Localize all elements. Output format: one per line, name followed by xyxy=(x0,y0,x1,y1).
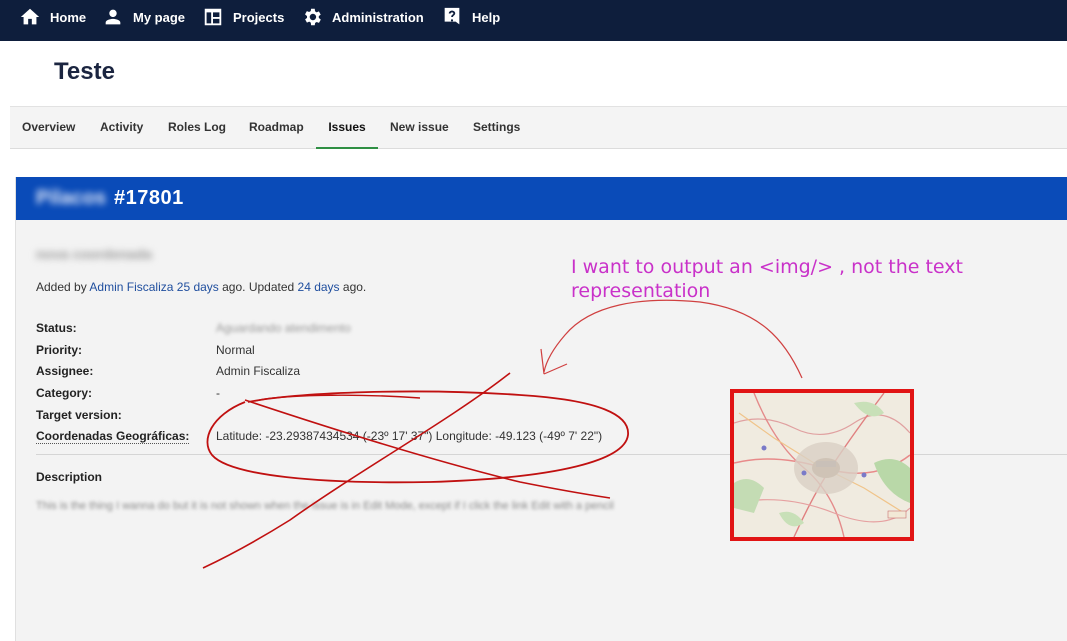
coordinates-label: Coordenadas Geográficas: xyxy=(36,429,216,444)
nav-home-label: Home xyxy=(50,9,87,25)
tab-settings[interactable]: Settings xyxy=(473,107,520,149)
person-icon xyxy=(105,9,121,25)
tab-roadmap[interactable]: Roadmap xyxy=(249,107,304,149)
projects-icon xyxy=(204,8,222,26)
map-image xyxy=(734,393,910,537)
issue-number: #17801 xyxy=(114,187,184,209)
priority-value: Normal xyxy=(216,343,255,357)
assignee-link[interactable]: Admin Fiscaliza xyxy=(216,364,300,378)
updated-link[interactable]: 24 days xyxy=(298,280,340,294)
nav-my-page[interactable]: My page xyxy=(102,0,185,34)
home-icon xyxy=(20,8,40,25)
tab-new-issue[interactable]: New issue xyxy=(390,107,449,149)
nav-administration[interactable]: Administration xyxy=(301,0,424,34)
coordinates-label-text: Coordenadas Geográficas: xyxy=(36,429,190,444)
updated-prefix: ago. Updated xyxy=(218,280,298,294)
priority-label: Priority: xyxy=(36,343,83,357)
status-value: Aguardando atendimento xyxy=(216,321,351,335)
help-icon xyxy=(444,7,460,25)
author-link[interactable]: Admin Fiscaliza xyxy=(89,280,173,294)
description-title: Description xyxy=(36,470,103,484)
map-thumbnail xyxy=(730,389,914,541)
status-label: Status: xyxy=(36,321,77,335)
project-menu: Overview Activity Roles Log Roadmap Issu… xyxy=(10,106,1067,149)
tab-activity[interactable]: Activity xyxy=(100,107,143,149)
issue-header: Pilacos #17801 xyxy=(16,177,1067,220)
category-value: - xyxy=(216,386,220,400)
created-link[interactable]: 25 days xyxy=(177,280,219,294)
tab-roles-log[interactable]: Roles Log xyxy=(168,107,226,149)
coordinates-value: Latitude: -23.29387434534 (-23º 17' 37")… xyxy=(216,429,603,443)
category-label: Category: xyxy=(36,386,93,400)
nav-home[interactable]: Home xyxy=(19,0,86,34)
top-menu-bar: Home My page Projects Administration Hel… xyxy=(0,0,1067,41)
tab-overview[interactable]: Overview xyxy=(22,107,75,149)
nav-projects-label: Projects xyxy=(233,9,285,25)
annotation-note: I want to output an <img/> , not the tex… xyxy=(571,256,963,302)
description-text: This is the thing I wanna do but it is n… xyxy=(36,500,614,512)
gear-icon xyxy=(305,8,321,26)
project-title: Teste xyxy=(54,58,115,85)
target-version-label: Target version: xyxy=(36,408,122,422)
tab-issues[interactable]: Issues xyxy=(316,107,378,149)
issue-tracker: Pilacos xyxy=(36,187,107,209)
nav-projects[interactable]: Projects xyxy=(202,0,284,34)
nav-my-page-label: My page xyxy=(133,9,186,25)
nav-help[interactable]: Help xyxy=(441,0,500,34)
added-prefix: Added by xyxy=(36,280,90,294)
assignee-label: Assignee: xyxy=(36,364,94,378)
nav-administration-label: Administration xyxy=(332,9,424,25)
ago-suffix: ago. xyxy=(339,280,367,294)
nav-help-label: Help xyxy=(472,9,501,25)
issue-subject: nova coordenada xyxy=(36,246,152,262)
issue-author-line: Added by Admin Fiscaliza 25 days ago. Up… xyxy=(36,280,366,294)
